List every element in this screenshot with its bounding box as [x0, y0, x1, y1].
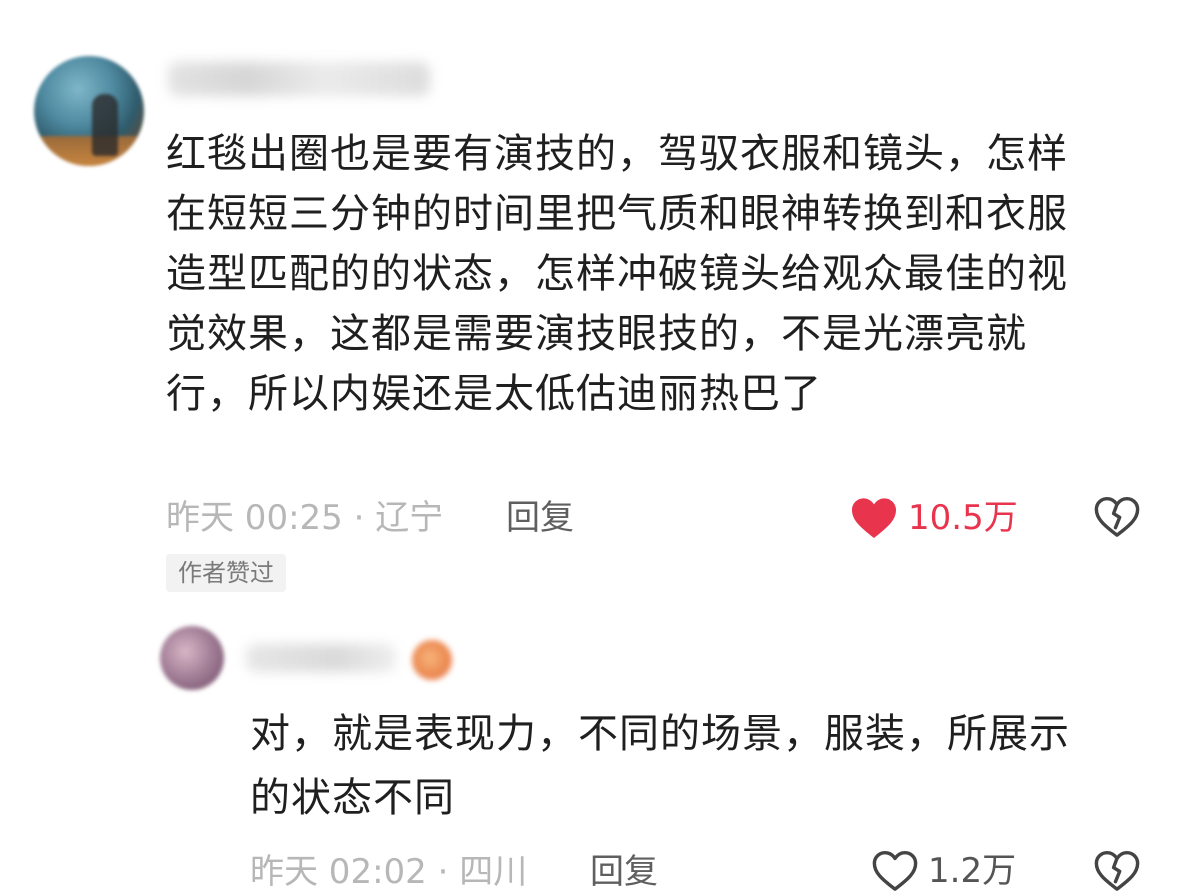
replier-avatar[interactable]	[160, 626, 224, 690]
replier-name-blurred[interactable]	[246, 644, 396, 672]
replier-badge-blurred	[412, 640, 452, 680]
reply-reply-label: 回复	[590, 852, 658, 892]
reply-like-count: 1.2万	[928, 851, 1017, 891]
reply-reply-button[interactable]: 回复	[590, 852, 658, 892]
reply-text: 对，就是表现力，不同的场景，服装，所展示 的状态不同	[250, 711, 1070, 821]
broken-heart-icon	[1094, 850, 1140, 892]
reply-time-location: 昨天 02:02 · 四川	[250, 852, 528, 892]
heart-outline-icon	[872, 850, 918, 892]
reply-meta: 昨天 02:02 · 四川	[250, 852, 527, 892]
reply-dislike-button[interactable]	[1094, 850, 1140, 892]
reply-item: 对，就是表现力，不同的场景，服装，所展示 的状态不同 昨天 02:02 · 四川…	[0, 0, 1192, 894]
reply-like-button[interactable]: 1.2万	[872, 850, 1016, 892]
